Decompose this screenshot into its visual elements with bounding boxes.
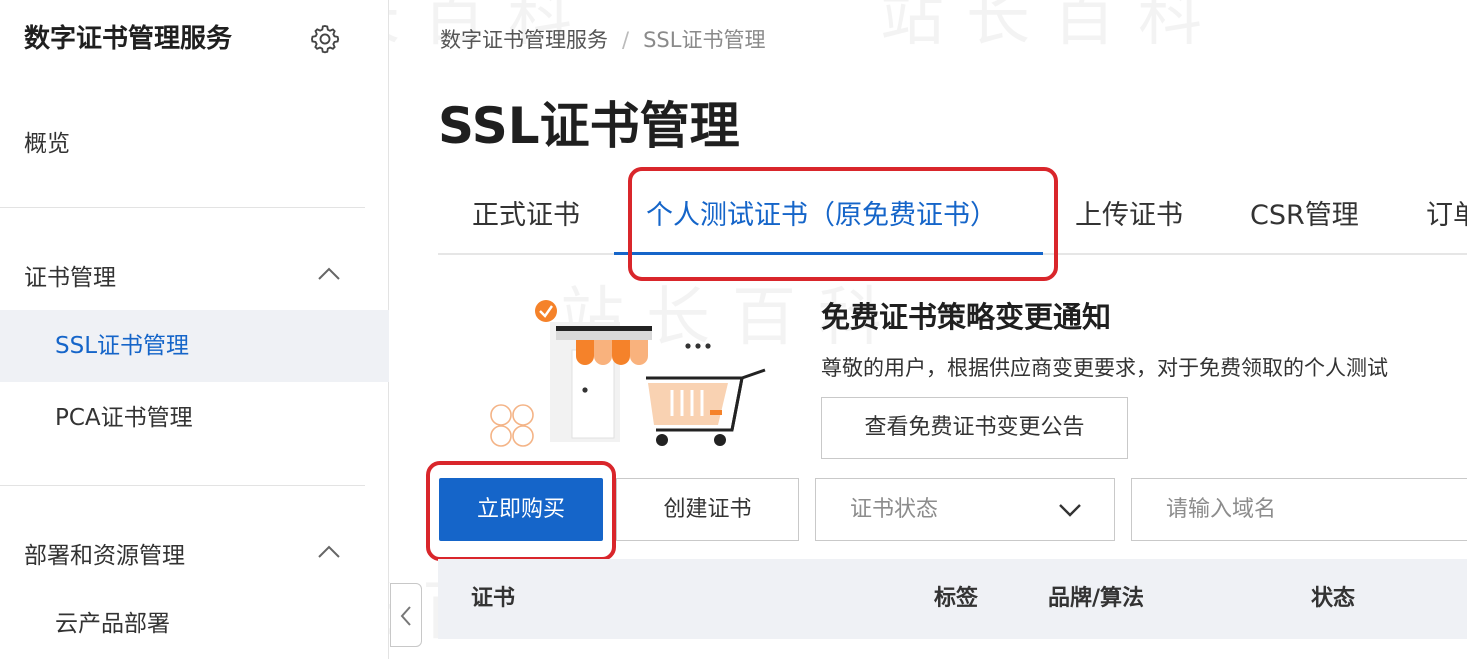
tab-upload-cert[interactable]: 上传证书 <box>1075 180 1183 253</box>
breadcrumb: 数字证书管理服务 / SSL证书管理 <box>440 24 765 54</box>
table-header: 证书 标签 品牌/算法 状态 <box>438 559 1467 639</box>
tab-csr-management[interactable]: CSR管理 <box>1250 180 1359 253</box>
sidebar-item-pca-cert[interactable]: PCA证书管理 <box>0 382 389 454</box>
sidebar-divider <box>0 207 365 208</box>
buy-now-button[interactable]: 立即购买 <box>439 478 603 541</box>
cert-status-select[interactable]: 证书状态 <box>815 478 1115 541</box>
breadcrumb-separator: / <box>622 28 630 52</box>
domain-search-input[interactable] <box>1131 478 1467 541</box>
sidebar-item-cloud-deploy[interactable]: 云产品部署 <box>0 588 389 660</box>
sidebar-group-deploy-resources[interactable]: 部署和资源管理 <box>24 536 185 570</box>
chevron-left-icon <box>400 606 411 626</box>
tab-formal-cert[interactable]: 正式证书 <box>472 180 580 253</box>
tab-orders[interactable]: 订单 <box>1426 180 1467 253</box>
sidebar-title: 数字证书管理服务 <box>24 24 233 54</box>
watermark: 站长百科 <box>880 0 1224 58</box>
sidebar-divider <box>0 485 365 486</box>
view-notice-button[interactable]: 查看免费证书变更公告 <box>821 397 1128 459</box>
sidebar-item-ssl-cert[interactable]: SSL证书管理 <box>0 310 389 382</box>
create-cert-button[interactable]: 创建证书 <box>616 478 799 541</box>
breadcrumb-current: SSL证书管理 <box>643 28 766 52</box>
gear-icon[interactable] <box>308 22 342 56</box>
chevron-down-icon <box>1059 504 1081 517</box>
sidebar-item-overview[interactable]: 概览 <box>24 124 70 158</box>
cert-status-select-value: 证书状态 <box>850 497 939 522</box>
column-header-status[interactable]: 状态 <box>1311 559 1355 639</box>
tab-bar: 正式证书 个人测试证书（原免费证书） 上传证书 CSR管理 订单 <box>438 180 1467 255</box>
shopping-cart-illustration <box>490 300 766 447</box>
sidebar: 数字证书管理服务 概览 证书管理 SSL证书管理 PCA证书管理 部署和资源管理… <box>0 0 389 659</box>
notice-text: 尊敬的用户，根据供应商变更要求，对于免费领取的个人测试 <box>821 356 1388 380</box>
page-title: SSL证书管理 <box>438 97 740 155</box>
column-header-brand-algorithm[interactable]: 品牌/算法 <box>1048 559 1144 639</box>
breadcrumb-item[interactable]: 数字证书管理服务 <box>440 28 608 52</box>
column-header-tags[interactable]: 标签 <box>934 559 978 639</box>
chevron-up-icon[interactable] <box>316 544 342 560</box>
notice-title: 免费证书策略变更通知 <box>821 300 1112 334</box>
sidebar-collapse-button[interactable] <box>390 583 422 647</box>
tab-personal-test-cert[interactable]: 个人测试证书（原免费证书） <box>614 180 1043 255</box>
column-header-cert[interactable]: 证书 <box>471 559 515 639</box>
chevron-up-icon[interactable] <box>316 266 342 282</box>
sidebar-group-cert-management[interactable]: 证书管理 <box>24 258 116 292</box>
